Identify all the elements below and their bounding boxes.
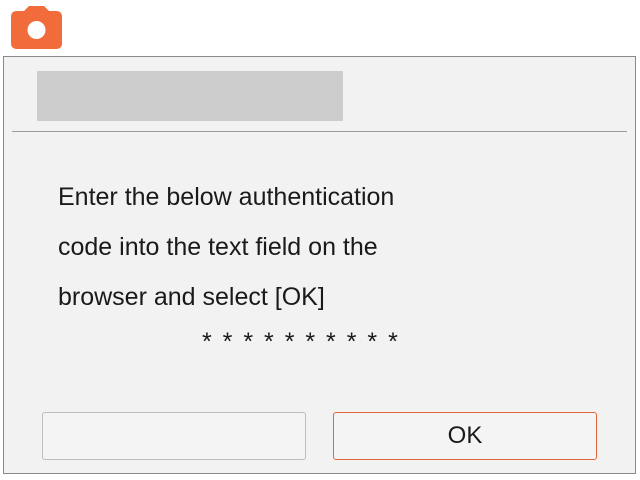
dialog-title — [37, 71, 343, 121]
camera-icon — [10, 5, 63, 50]
instruction-message: Enter the below authentication code into… — [58, 183, 395, 311]
auth-dialog: Enter the below authentication code into… — [3, 56, 636, 474]
secondary-button[interactable] — [42, 412, 306, 460]
ok-button[interactable]: OK — [333, 412, 597, 460]
title-divider — [12, 131, 627, 132]
authentication-code: * * * * * * * * * * — [202, 328, 400, 356]
